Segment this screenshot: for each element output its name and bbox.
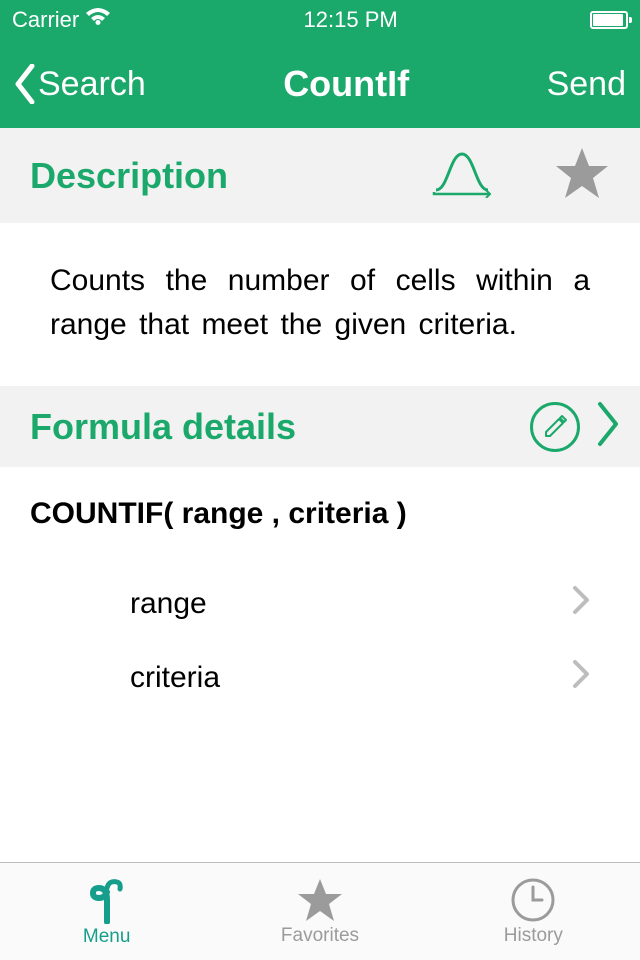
status-time: 12:15 PM xyxy=(111,7,590,33)
tab-history[interactable]: History xyxy=(427,863,640,960)
status-left: Carrier xyxy=(12,7,111,33)
tab-favorites[interactable]: Favorites xyxy=(213,863,426,960)
star-icon xyxy=(296,877,344,923)
carrier-label: Carrier xyxy=(12,7,79,33)
status-right xyxy=(590,11,628,29)
nav-bar: Search CountIf Send xyxy=(0,40,640,128)
favorite-star-icon[interactable] xyxy=(554,146,610,205)
status-bar: Carrier 12:15 PM xyxy=(0,0,640,40)
back-label: Search xyxy=(38,65,146,104)
tab-label: Favorites xyxy=(281,925,359,947)
page-title: CountIf xyxy=(146,63,547,105)
chevron-right-icon xyxy=(572,659,590,697)
tab-bar: Menu Favorites History xyxy=(0,862,640,960)
edit-icon[interactable] xyxy=(530,402,580,452)
chevron-right-icon xyxy=(596,400,620,453)
chevron-right-icon xyxy=(572,585,590,623)
param-row-criteria[interactable]: criteria xyxy=(0,641,640,715)
distribution-icon[interactable] xyxy=(430,148,494,203)
menu-icon xyxy=(87,876,127,924)
battery-icon xyxy=(590,11,628,29)
back-button[interactable]: Search xyxy=(14,64,146,104)
clock-icon xyxy=(510,877,556,923)
description-header: Description xyxy=(0,128,640,223)
formula-details-header[interactable]: Formula details xyxy=(0,386,640,467)
description-text: Counts the number of cells within a rang… xyxy=(0,223,640,386)
tab-label: Menu xyxy=(83,926,131,948)
formula-details-heading: Formula details xyxy=(30,406,514,448)
description-heading: Description xyxy=(30,155,410,197)
param-row-range[interactable]: range xyxy=(0,567,640,641)
wifi-icon xyxy=(85,7,111,33)
send-button[interactable]: Send xyxy=(547,65,626,104)
chevron-left-icon xyxy=(14,64,36,104)
param-label: criteria xyxy=(130,661,572,695)
param-label: range xyxy=(130,587,572,621)
formula-signature: COUNTIF( range , criteria ) xyxy=(0,467,640,551)
tab-label: History xyxy=(504,925,563,947)
tab-menu[interactable]: Menu xyxy=(0,863,213,960)
